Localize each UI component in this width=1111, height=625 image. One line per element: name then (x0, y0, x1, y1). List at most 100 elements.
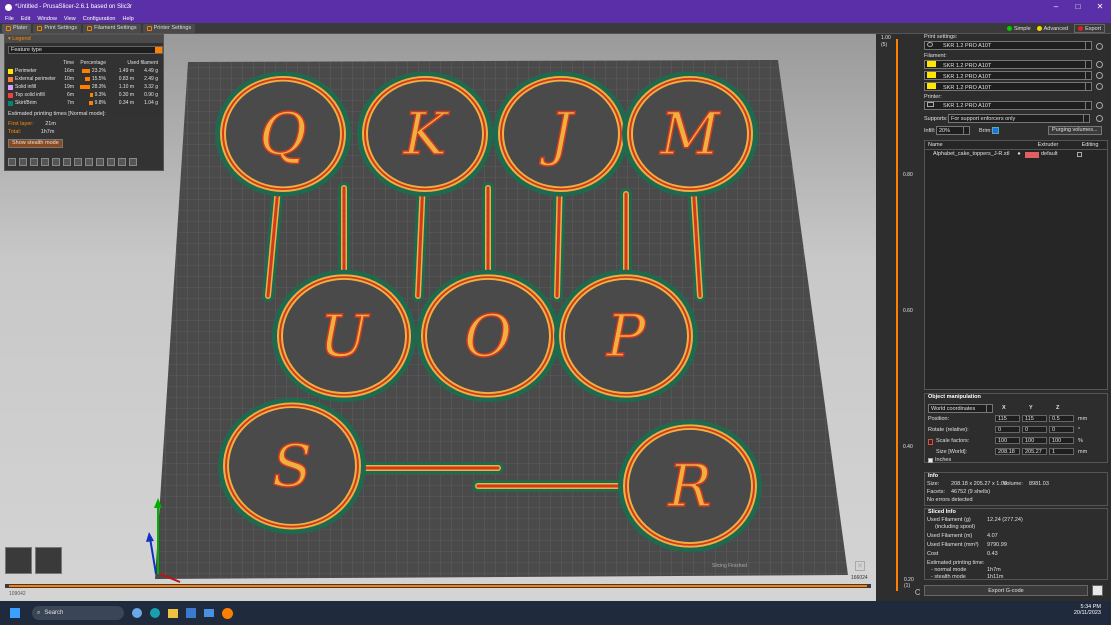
close-status-icon[interactable]: ✕ (855, 561, 865, 571)
extruder-value[interactable]: default (1039, 150, 1075, 159)
legend-table: Time Percentage Used filament Perimeter 16m… (8, 59, 162, 107)
size-y[interactable]: 205.27 (1022, 448, 1047, 455)
infill-select[interactable]: 20% (936, 126, 970, 135)
vertical-layer-slider[interactable]: 1.00 (5) 0.80 0.60 0.40 0.20 (1) (876, 34, 921, 601)
menu-view[interactable]: View (64, 16, 76, 22)
mail-icon[interactable] (204, 609, 214, 617)
size-x[interactable]: 208.18 (995, 448, 1020, 455)
send-to-printer-icon[interactable] (1092, 585, 1103, 596)
object-list: Name Extruder Editing Alphabet_cake_topp… (924, 140, 1108, 390)
clock-date[interactable]: 20/11/2023 (1074, 610, 1101, 616)
rotate-x[interactable]: 0 (995, 426, 1020, 433)
legend-row[interactable]: Top solid infill 6m 9.3% 0.30 m 0.90 g (8, 91, 162, 99)
view-layers-button[interactable] (35, 547, 62, 574)
shells-icon[interactable] (107, 158, 115, 166)
position-x[interactable]: 115 (995, 415, 1020, 422)
edit-preset-icon[interactable] (1096, 72, 1103, 79)
3d-viewport[interactable]: QKJMUOPSR Slicing Finished ✕ 109042 1660… (0, 34, 876, 601)
edge-icon[interactable] (150, 608, 160, 618)
edit-preset-icon[interactable] (1096, 102, 1103, 109)
rotate-label: Rotate (relative): (928, 427, 969, 433)
scale-x[interactable]: 100 (995, 437, 1020, 444)
legend-grams: 4.49 g (144, 68, 158, 74)
seams-icon[interactable] (52, 158, 60, 166)
tab-print-settings[interactable]: Print Settings (33, 23, 82, 33)
mode-advanced[interactable]: Advanced (1036, 26, 1068, 32)
legend-header[interactable]: ▾ Legend (5, 35, 163, 43)
mode-simple[interactable]: Simple (1006, 26, 1031, 32)
purging-volumes-button[interactable]: Purging volumes... (1048, 126, 1102, 135)
position-z[interactable]: 0.5 (1049, 415, 1074, 422)
show-stealth-button[interactable]: Show stealth mode (8, 139, 63, 148)
legend-feature-name: Perimeter (15, 68, 37, 74)
color-changes-icon[interactable] (74, 158, 82, 166)
maximize-icon[interactable]: □ (1067, 0, 1089, 14)
position-y[interactable]: 115 (1022, 415, 1047, 422)
menu-edit[interactable]: Edit (21, 16, 30, 22)
export-gcode-button[interactable]: Export G-code (924, 585, 1088, 596)
object-row[interactable]: Alphabet_cake_toppers_J-R.stl ● default (925, 150, 1107, 159)
edit-preset-icon[interactable] (1096, 43, 1103, 50)
lock-icon[interactable] (928, 439, 933, 445)
taskbar-search[interactable]: ⌕ Search (32, 606, 124, 620)
view-3d-button[interactable] (5, 547, 32, 574)
print-settings-select[interactable]: SKR 1.2 PRO A10T (924, 41, 1092, 50)
filament-color-swatch (927, 61, 936, 67)
tool-changes-icon[interactable] (63, 158, 71, 166)
scale-z[interactable]: 100 (1049, 437, 1074, 444)
gear-icon (927, 42, 933, 47)
printer-select[interactable]: SKR 1.2 PRO A10T (924, 101, 1092, 110)
travel-icon[interactable] (8, 158, 16, 166)
size-z[interactable]: 1 (1049, 448, 1074, 455)
tool-marker-icon[interactable] (118, 158, 126, 166)
mode-expert[interactable]: Export (1074, 24, 1105, 33)
pause-icon[interactable] (85, 158, 93, 166)
filament-select-2[interactable]: SKR 1.2 PRO A10T (924, 71, 1092, 80)
rotate-z[interactable]: 0 (1049, 426, 1074, 433)
coordinates-select[interactable]: World coordinates (928, 404, 993, 413)
editing-icon[interactable] (1077, 152, 1082, 157)
eye-icon[interactable]: ● (1015, 150, 1023, 159)
inches-checkbox[interactable] (928, 458, 933, 463)
tab-plater[interactable]: Plater (2, 23, 32, 33)
filament-select-3[interactable]: SKR 1.2 PRO A10T (924, 82, 1092, 91)
windows-start-icon[interactable] (10, 608, 20, 618)
scale-y[interactable]: 100 (1022, 437, 1047, 444)
legend-row[interactable]: Perimeter 16m 23.2% 1.49 m 4.49 g (8, 67, 162, 75)
menu-window[interactable]: Window (37, 16, 57, 22)
close-icon[interactable]: ✕ (1089, 0, 1111, 14)
brim-checkbox[interactable] (992, 127, 999, 134)
cost-value: 0.43 (987, 551, 998, 557)
view-type-select[interactable]: Feature type (8, 46, 163, 54)
edit-preset-icon[interactable] (1096, 115, 1103, 122)
x-header: X (1002, 405, 1006, 411)
tab-printer-settings[interactable]: Printer Settings (142, 23, 196, 33)
menu-help[interactable]: Help (122, 16, 133, 22)
legend-row[interactable]: External perimeter 10m 15.5% 0.83 m 2.49 g (8, 75, 162, 83)
legend-row[interactable]: Skirt/Brim 7m 9.8% 0.34 m 1.04 g (8, 99, 162, 107)
wipe-icon[interactable] (19, 158, 27, 166)
menu-file[interactable]: File (5, 16, 14, 22)
store-icon[interactable] (186, 608, 196, 618)
legend-row[interactable]: Solid infill 19m 28.3% 1.10 m 3.32 g (8, 83, 162, 91)
sliced-info-title: Sliced Info (928, 509, 956, 515)
custom-gcode-icon[interactable] (96, 158, 104, 166)
prusaslicer-taskbar-icon[interactable] (222, 607, 233, 619)
legend-toggle-icon[interactable] (129, 158, 137, 166)
minimize-icon[interactable]: – (1045, 0, 1067, 14)
file-explorer-icon[interactable] (168, 608, 178, 618)
edit-preset-icon[interactable] (1096, 61, 1103, 68)
menu-configuration[interactable]: Configuration (83, 16, 116, 22)
rotate-y[interactable]: 0 (1022, 426, 1047, 433)
printer-icon (146, 25, 152, 31)
filament-select-1[interactable]: SKR 1.2 PRO A10T (924, 60, 1092, 69)
supports-select[interactable]: For support enforcers only (948, 114, 1090, 123)
horizontal-slider[interactable] (5, 584, 871, 588)
edit-preset-icon[interactable] (1096, 83, 1103, 90)
right-sidebar: Print settings: SKR 1.2 PRO A10T Filamen… (920, 34, 1111, 601)
retractions-icon[interactable] (30, 158, 38, 166)
deretractions-icon[interactable] (41, 158, 49, 166)
tab-filament-settings[interactable]: Filament Settings (83, 23, 141, 33)
taskbar-app-icon[interactable] (132, 608, 142, 618)
used-filament-m-label: Used Filament (m) (927, 533, 973, 539)
